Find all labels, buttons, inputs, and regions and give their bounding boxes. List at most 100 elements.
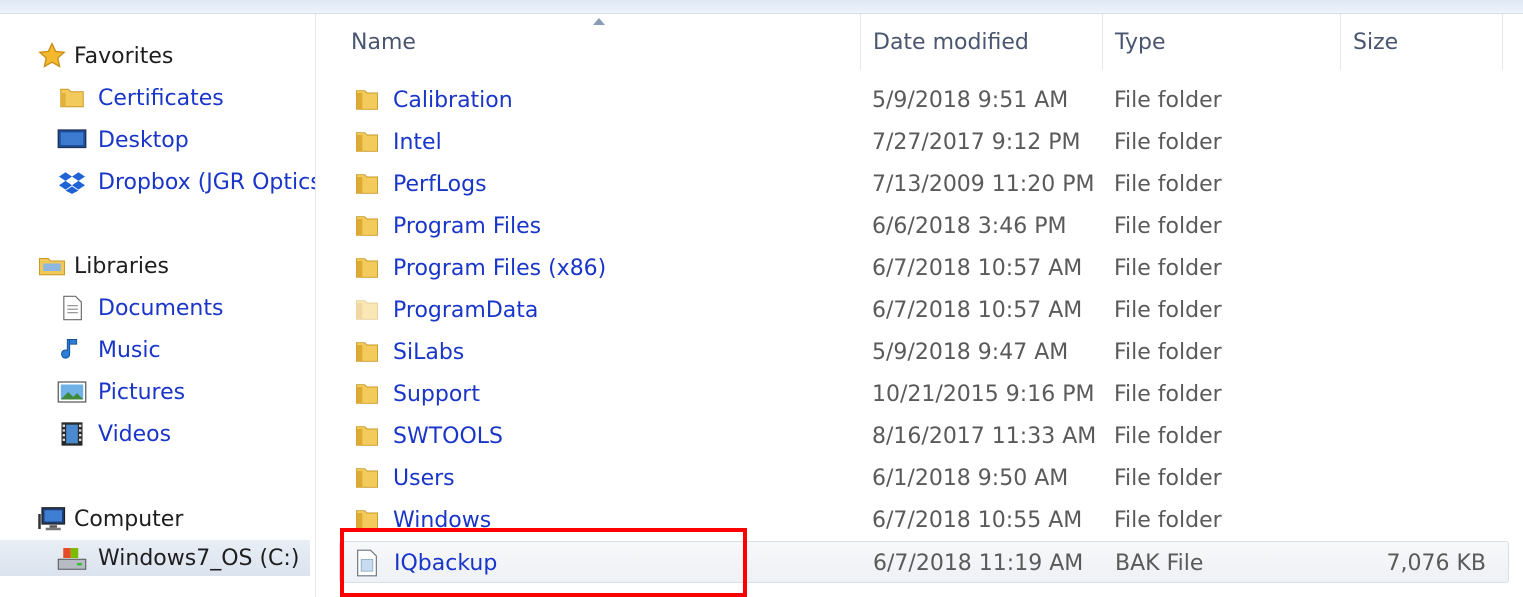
file-type: File folder — [1114, 129, 1222, 155]
file-name-cell: IQbackup — [354, 542, 854, 584]
desktop-icon — [56, 124, 88, 156]
file-name-cell: SiLabs — [353, 331, 853, 373]
nav-item-drive-c[interactable]: Windows7_OS (C:) — [0, 540, 310, 576]
picture-icon — [56, 376, 88, 408]
nav-item-label: Desktop — [98, 127, 189, 153]
folder-icon — [353, 85, 383, 115]
file-row[interactable]: Program Files 6/6/2018 3:46 PM File folder — [339, 205, 1509, 247]
folder-icon — [353, 421, 383, 451]
nav-item-videos[interactable]: Videos — [56, 416, 315, 452]
file-size — [1339, 415, 1485, 457]
nav-item-dropbox[interactable]: Dropbox (JGR Optics — [56, 164, 316, 200]
file-icon — [354, 548, 384, 578]
nav-libraries-label: Libraries — [74, 253, 170, 279]
file-list-pane: Name Date modified Type Size Calibration… — [317, 14, 1523, 597]
file-type: File folder — [1114, 171, 1222, 197]
file-type: File folder — [1114, 423, 1222, 449]
file-type: BAK File — [1115, 550, 1204, 576]
nav-libraries[interactable]: Libraries — [36, 248, 315, 284]
column-header-row: Name Date modified Type Size — [317, 14, 1523, 70]
file-date-modified: 7/27/2017 9:12 PM — [872, 129, 1081, 155]
nav-item-certificates[interactable]: Certificates — [56, 80, 315, 116]
file-row[interactable]: Users 6/1/2018 9:50 AM File folder — [339, 457, 1509, 499]
file-name: IQbackup — [394, 550, 498, 576]
file-size — [1339, 79, 1485, 121]
nav-item-music[interactable]: Music — [56, 332, 315, 368]
folder-icon — [353, 295, 383, 325]
file-date-modified: 6/6/2018 3:46 PM — [872, 213, 1067, 239]
folder-icon — [353, 337, 383, 367]
nav-computer[interactable]: Computer — [36, 501, 315, 537]
file-row[interactable]: IQbackup 6/7/2018 11:19 AM BAK File 7,076 K… — [339, 541, 1509, 583]
computer-icon — [36, 503, 68, 535]
file-size — [1339, 121, 1485, 163]
folder-icon — [353, 505, 383, 535]
folder-icon — [353, 169, 383, 199]
file-row[interactable]: Support 10/21/2015 9:16 PM File folder — [339, 373, 1509, 415]
file-name: SiLabs — [393, 339, 465, 365]
column-header-name[interactable]: Name — [339, 14, 861, 70]
file-type: File folder — [1114, 339, 1222, 365]
file-name-cell: Intel — [353, 121, 853, 163]
folder-icon — [353, 253, 383, 283]
file-row[interactable]: Intel 7/27/2017 9:12 PM File folder — [339, 121, 1509, 163]
file-name: Program Files — [393, 213, 542, 239]
file-name: SWTOOLS — [393, 423, 504, 449]
file-name-cell: Calibration — [353, 79, 853, 121]
file-name-cell: Windows — [353, 499, 853, 541]
nav-item-label: Windows7_OS (C:) — [98, 545, 300, 571]
drive-icon — [56, 542, 88, 574]
nav-item-label: Documents — [98, 295, 224, 321]
file-row[interactable]: Calibration 5/9/2018 9:51 AM File folder — [339, 79, 1509, 121]
column-header-type[interactable]: Type — [1103, 14, 1341, 70]
file-row[interactable]: SiLabs 5/9/2018 9:47 AM File folder — [339, 331, 1509, 373]
file-name: Intel — [393, 129, 442, 155]
file-type: File folder — [1114, 87, 1222, 113]
film-icon — [56, 418, 88, 450]
folder-icon — [353, 463, 383, 493]
file-size — [1339, 457, 1485, 499]
file-row[interactable]: Program Files (x86) 6/7/2018 10:57 AM File… — [339, 247, 1509, 289]
file-name: Calibration — [393, 87, 513, 113]
file-row[interactable]: Windows 6/7/2018 10:55 AM File folder — [339, 499, 1509, 541]
column-header-size[interactable]: Size — [1341, 14, 1503, 70]
file-name-cell: SWTOOLS — [353, 415, 853, 457]
column-header-label: Name — [351, 29, 416, 55]
folder-icon — [353, 211, 383, 241]
file-type: File folder — [1114, 465, 1222, 491]
file-date-modified: 6/7/2018 10:57 AM — [872, 255, 1083, 281]
file-date-modified: 6/1/2018 9:50 AM — [872, 465, 1069, 491]
folder-icon — [56, 82, 88, 114]
nav-item-label: Pictures — [98, 379, 186, 405]
star-icon — [36, 40, 68, 72]
file-name-cell: Support — [353, 373, 853, 415]
library-icon — [36, 250, 68, 282]
nav-item-documents[interactable]: Documents — [56, 290, 315, 326]
column-header-label: Date modified — [873, 29, 1029, 55]
file-size — [1339, 331, 1485, 373]
dropbox-icon — [56, 166, 88, 198]
file-type: File folder — [1114, 297, 1222, 323]
file-type: File folder — [1114, 213, 1222, 239]
document-icon — [56, 292, 88, 324]
nav-item-pictures[interactable]: Pictures — [56, 374, 315, 410]
file-name: PerfLogs — [393, 171, 487, 197]
file-size — [1339, 247, 1485, 289]
file-name-cell: Program Files — [353, 205, 853, 247]
file-type: File folder — [1114, 381, 1222, 407]
nav-item-label: Dropbox (JGR Optics — [98, 169, 316, 195]
column-header-date-modified[interactable]: Date modified — [861, 14, 1103, 70]
file-date-modified: 10/21/2015 9:16 PM — [872, 381, 1095, 407]
file-name: Windows — [393, 507, 492, 533]
column-header-label: Size — [1353, 29, 1399, 55]
file-row[interactable]: ProgramData 6/7/2018 10:57 AM File folder — [339, 289, 1509, 331]
file-row[interactable]: SWTOOLS 8/16/2017 11:33 AM File folder — [339, 415, 1509, 457]
file-row[interactable]: PerfLogs 7/13/2009 11:20 PM File folder — [339, 163, 1509, 205]
file-size — [1339, 373, 1485, 415]
file-name: ProgramData — [393, 297, 539, 323]
nav-favorites-label: Favorites — [74, 43, 174, 69]
file-size — [1339, 163, 1485, 205]
file-date-modified: 7/13/2009 11:20 PM — [872, 171, 1095, 197]
nav-item-desktop[interactable]: Desktop — [56, 122, 315, 158]
nav-favorites[interactable]: Favorites — [36, 38, 315, 74]
